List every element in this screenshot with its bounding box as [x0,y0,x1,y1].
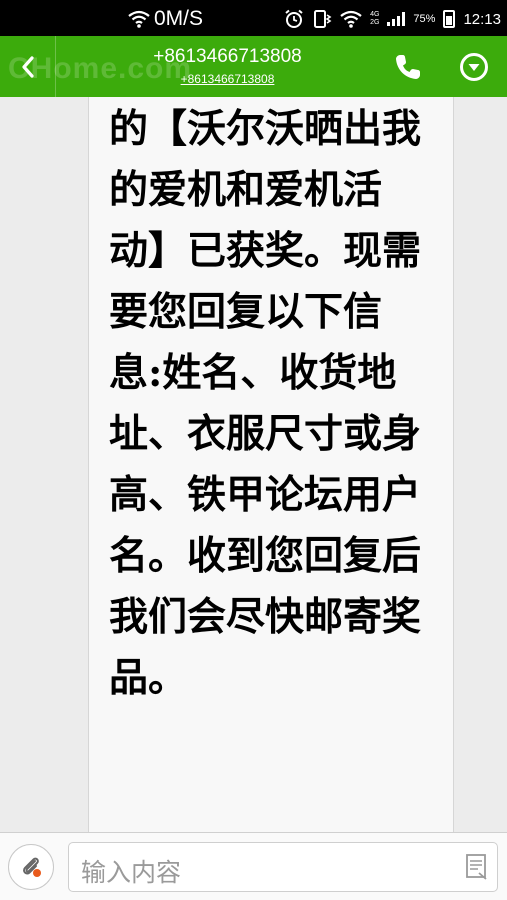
chevron-left-icon [21,55,34,78]
wifi-speed-icon [128,10,150,28]
network-type: 4G 2G [370,11,380,26]
alarm-icon [285,9,303,28]
clock: 12:13 [463,10,501,28]
back-button[interactable] [0,36,56,97]
message-bubble[interactable]: 的【沃尔沃晒出我的爱机和爱机活动】已获奖。现需要您回复以下信息:姓名、收货地址、… [88,97,454,832]
more-button[interactable] [446,36,502,97]
paperclip-icon [23,857,41,877]
status-bar: 0M/S 4G 2G 75% 12:13 [0,0,507,36]
battery-icon [443,10,456,28]
signal-icon [387,12,406,26]
net-speed-indicator: 0M/S [128,6,203,32]
message-input-placeholder: 输入内容 [81,858,182,887]
attach-button[interactable] [8,844,54,890]
status-icons: 4G 2G 75% 12:13 [284,6,501,32]
template-icon[interactable] [465,853,489,881]
contact-sub-number[interactable]: +8613466713808 [60,72,395,86]
circle-chevron-down-icon [460,52,488,81]
vibrate-icon [314,10,332,28]
conversation-header: CHome.com +8613466713808 +8613466713808 [0,36,507,97]
battery-percent: 75% [413,13,436,25]
message-text: 的【沃尔沃晒出我的爱机和爱机活动】已获奖。现需要您回复以下信息:姓名、收货地址、… [109,106,422,701]
message-input[interactable]: 输入内容 [68,842,498,892]
contact-number: +8613466713808 [153,46,302,67]
message-list[interactable]: 的【沃尔沃晒出我的爱机和爱机活动】已获奖。现需要您回复以下信息:姓名、收货地址、… [0,97,507,832]
wifi-icon [340,10,362,28]
phone-icon [396,54,420,79]
call-button[interactable] [380,36,436,97]
compose-bar: 输入内容 [0,832,507,900]
net-speed-text: 0M/S [154,7,204,30]
